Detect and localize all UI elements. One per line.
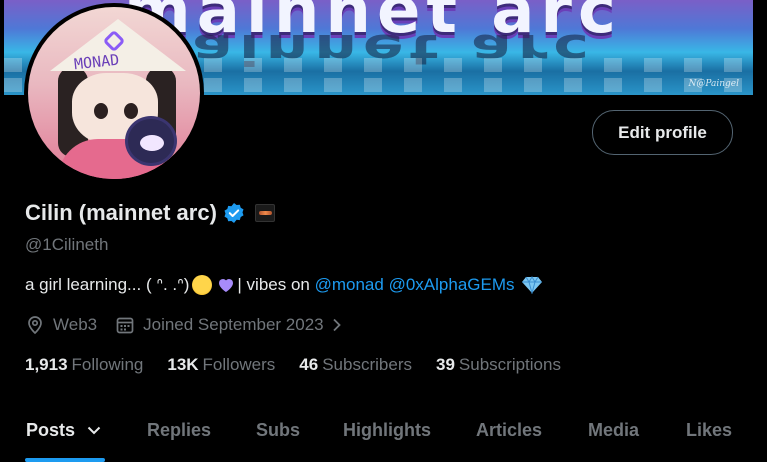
stat-number: 1,913 [25, 355, 68, 374]
stat-subscriptions[interactable]: 39 Subscriptions [436, 355, 561, 375]
chevron-down-icon [87, 426, 101, 435]
stat-label: Subscriptions [458, 355, 561, 374]
joined-text: Joined September 2023 [143, 315, 324, 334]
mention-link[interactable]: @0xAlphaGEMs [389, 275, 515, 295]
calendar-icon [116, 317, 134, 334]
tab-articles[interactable]: Articles [476, 420, 542, 441]
tab-media[interactable]: Media [588, 420, 639, 441]
display-name: Cilin (mainnet arc) [25, 200, 217, 225]
stat-subscribers[interactable]: 46 Subscribers [299, 355, 412, 375]
avatar-image: MONAD [28, 7, 200, 179]
heart-icon [217, 276, 235, 294]
gem-icon [521, 276, 543, 295]
bio-text: | vibes on [237, 275, 315, 294]
joined-date[interactable]: Joined September 2023 [115, 315, 344, 335]
avatar[interactable]: MONAD [24, 3, 204, 183]
name-row: Cilin (mainnet arc) [25, 200, 275, 226]
verified-badge-icon[interactable] [223, 202, 245, 224]
stat-label: Followers [202, 355, 276, 374]
stat-followers[interactable]: 13K Followers [167, 355, 275, 375]
edit-profile-button[interactable]: Edit profile [592, 110, 733, 155]
banner-signature: N@Paingel [688, 79, 739, 89]
stat-label: Subscribers [322, 355, 412, 374]
profile-tabs: Posts Replies Subs Highlights Articles M… [0, 400, 767, 462]
avatar-eye [94, 103, 108, 119]
active-tab-indicator [25, 458, 105, 462]
avatar-mascot-face [140, 135, 164, 151]
bio-text: a girl learning... ( ᐢ. .ᐢ) [25, 275, 190, 294]
profile-stats: 1,913 Following 13K Followers 46 Subscriber… [25, 355, 585, 375]
location-text: Web3 [53, 315, 98, 334]
tab-subs[interactable]: Subs [256, 420, 300, 441]
tab-label: Posts [26, 420, 76, 440]
tab-replies[interactable]: Replies [147, 420, 211, 441]
location: Web3 [25, 315, 97, 335]
face-emoji-icon [192, 275, 213, 295]
stat-following[interactable]: 1,913 Following [25, 355, 143, 375]
tab-likes[interactable]: Likes [686, 420, 732, 441]
profile-meta: Web3 Joined September 2023 [25, 315, 362, 335]
tab-highlights[interactable]: Highlights [343, 420, 431, 441]
tab-posts[interactable]: Posts [26, 420, 102, 441]
location-icon [28, 316, 42, 335]
avatar-eye [124, 103, 138, 119]
stat-number: 39 [435, 355, 455, 374]
chevron-right-icon [333, 318, 341, 332]
mention-link[interactable]: @monad [315, 275, 384, 295]
stat-label: Following [71, 355, 144, 374]
bio: a girl learning... ( ᐢ. .ᐢ) | vibes on @… [25, 275, 543, 295]
stat-number: 46 [299, 355, 319, 374]
user-handle: @1Cilineth [25, 235, 109, 254]
stat-number: 13K [167, 355, 199, 374]
affiliation-badge-icon[interactable] [254, 204, 275, 222]
